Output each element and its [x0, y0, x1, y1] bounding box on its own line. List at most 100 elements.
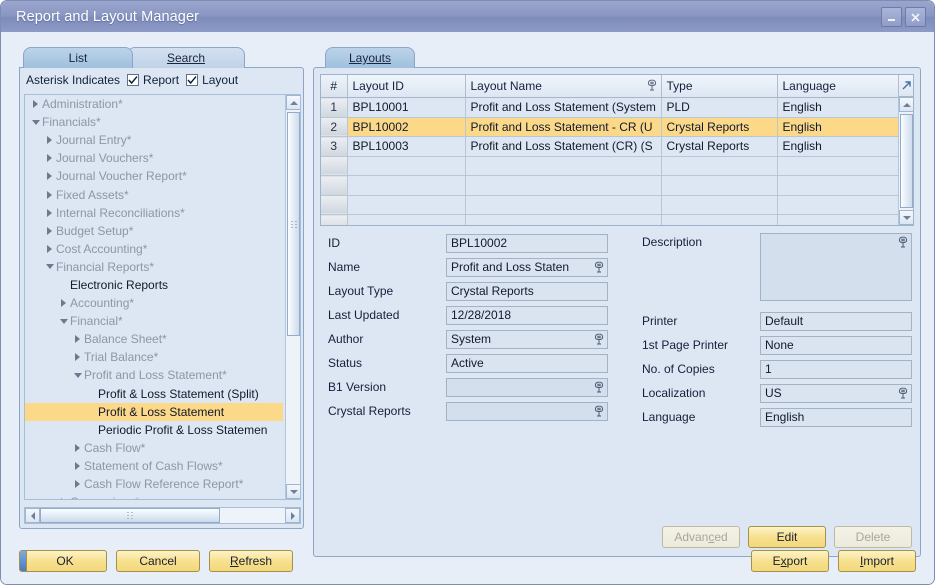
tree-node[interactable]: Balance Sheet*: [25, 330, 283, 348]
scroll-left-icon[interactable]: [25, 508, 40, 523]
tree-node[interactable]: Cost Accounting*: [25, 240, 283, 258]
cell-layout-name[interactable]: Profit and Loss Statement (CR) (S: [465, 136, 662, 157]
field-value[interactable]: Default: [760, 311, 912, 331]
cell-language[interactable]: [777, 195, 900, 215]
column-header-type[interactable]: Type: [661, 75, 778, 98]
cell-type[interactable]: [661, 195, 778, 215]
field-value[interactable]: [446, 377, 608, 397]
row-number-cell[interactable]: [321, 156, 348, 176]
minimize-icon[interactable]: [881, 7, 902, 27]
scroll-down-icon[interactable]: [286, 484, 300, 499]
expand-arrow-icon[interactable]: [43, 190, 56, 199]
tree-node[interactable]: Profit and Loss Statement*: [25, 366, 283, 384]
field-value[interactable]: Crystal Reports: [446, 281, 608, 301]
tree-node[interactable]: Internal Reconciliations*: [25, 204, 283, 222]
field-value[interactable]: Active: [446, 353, 608, 373]
collapse-arrow-icon[interactable]: [71, 372, 84, 378]
tree-node[interactable]: Cash Flow Reference Report*: [25, 475, 283, 493]
link-arrow-icon[interactable]: [594, 405, 604, 420]
column-header-layout-name[interactable]: Layout Name: [465, 75, 662, 98]
tree-node[interactable]: Statement of Cash Flows*: [25, 457, 283, 475]
refresh-button[interactable]: Refresh: [209, 550, 293, 572]
expand-arrow-icon[interactable]: [71, 353, 84, 362]
collapse-arrow-icon[interactable]: [29, 119, 42, 125]
tree-node[interactable]: Financials*: [25, 113, 283, 131]
cell-layout-id[interactable]: BPL10001: [347, 97, 466, 118]
cell-layout-name[interactable]: Profit and Loss Statement - CR (U: [465, 117, 662, 137]
export-button[interactable]: Export: [751, 550, 829, 572]
grid-scrollbar-thumb[interactable]: [900, 114, 913, 208]
field-value[interactable]: [446, 401, 608, 421]
tree-node[interactable]: Journal Vouchers*: [25, 149, 283, 167]
row-number-cell[interactable]: 3: [321, 136, 348, 157]
cell-type[interactable]: [661, 175, 778, 196]
collapse-arrow-icon[interactable]: [43, 264, 56, 270]
expand-arrow-icon[interactable]: [57, 299, 70, 308]
expand-arrow-icon[interactable]: [71, 461, 84, 470]
field-value[interactable]: Profit and Loss Staten: [446, 257, 608, 277]
cell-language[interactable]: English: [777, 117, 900, 137]
expand-arrow-icon[interactable]: [71, 335, 84, 344]
layouts-grid[interactable]: # Layout ID Layout Name Type Language 1 …: [321, 75, 900, 225]
expand-arrow-icon[interactable]: [43, 226, 56, 235]
column-header-layout-id[interactable]: Layout ID: [347, 75, 466, 98]
scroll-up-icon[interactable]: [899, 97, 913, 112]
scroll-right-icon[interactable]: [285, 508, 300, 523]
ok-button[interactable]: OK: [19, 550, 107, 572]
cell-layout-id[interactable]: BPL10003: [347, 136, 466, 157]
description-textarea[interactable]: [760, 233, 912, 301]
column-header-number[interactable]: #: [321, 75, 348, 98]
column-header-language[interactable]: Language: [777, 75, 900, 98]
cell-language[interactable]: English: [777, 136, 900, 157]
field-value[interactable]: US: [760, 383, 912, 403]
row-number-cell[interactable]: [321, 195, 348, 215]
tree-scrollbar-thumb[interactable]: [287, 112, 300, 336]
expand-arrow-icon[interactable]: [43, 244, 56, 253]
field-value[interactable]: System: [446, 329, 608, 349]
checkbox-layout[interactable]: Layout: [186, 73, 238, 87]
field-value[interactable]: 1: [760, 359, 912, 379]
expand-arrow-icon[interactable]: [43, 172, 56, 181]
cell-language[interactable]: [777, 175, 900, 196]
cell-type[interactable]: [661, 156, 778, 176]
table-row[interactable]: [321, 195, 900, 215]
close-icon[interactable]: [905, 7, 926, 27]
tab-search[interactable]: Search: [127, 47, 245, 68]
expand-arrow-icon[interactable]: [29, 100, 42, 109]
tree-node[interactable]: Financial*: [25, 312, 283, 330]
field-value[interactable]: BPL10002: [446, 233, 608, 253]
cell-language[interactable]: [777, 156, 900, 176]
tree-node[interactable]: Cash Flow*: [25, 439, 283, 457]
delete-button[interactable]: Delete: [834, 526, 912, 548]
tree-node[interactable]: Periodic Profit & Loss Statemen: [25, 421, 283, 439]
cell-layout-id[interactable]: [347, 195, 466, 215]
cell-type[interactable]: Crystal Reports: [661, 136, 778, 157]
tree-node[interactable]: Administration*: [25, 95, 283, 113]
cell-layout-name[interactable]: Profit and Loss Statement (System: [465, 97, 662, 118]
grid-vertical-scrollbar[interactable]: [898, 97, 913, 225]
tab-layouts[interactable]: Layouts: [325, 47, 415, 68]
field-value[interactable]: English: [760, 407, 912, 427]
cell-type[interactable]: [661, 214, 778, 225]
row-number-cell[interactable]: [321, 214, 348, 225]
cell-layout-name[interactable]: [465, 195, 662, 215]
expand-arrow-icon[interactable]: [43, 154, 56, 163]
hscroll-track[interactable]: [40, 508, 285, 523]
table-row[interactable]: 3 BPL10003 Profit and Loss Statement (CR) …: [321, 136, 900, 157]
table-row[interactable]: [321, 214, 900, 225]
tree-node[interactable]: Budget Setup*: [25, 222, 283, 240]
cell-layout-name[interactable]: [465, 214, 662, 225]
row-number-cell[interactable]: 2: [321, 117, 348, 137]
cell-language[interactable]: [777, 214, 900, 225]
link-arrow-icon[interactable]: [594, 333, 604, 348]
cell-layout-id[interactable]: BPL10002: [347, 117, 466, 137]
link-arrow-icon[interactable]: [898, 387, 908, 402]
tree-node[interactable]: Trial Balance*: [25, 348, 283, 366]
expand-arrow-icon[interactable]: [43, 136, 56, 145]
row-number-cell[interactable]: 1: [321, 97, 348, 118]
table-row[interactable]: 1 BPL10001 Profit and Loss Statement (Syst…: [321, 97, 900, 118]
scroll-down-icon[interactable]: [899, 210, 913, 225]
cell-layout-id[interactable]: [347, 214, 466, 225]
cell-type[interactable]: PLD: [661, 97, 778, 118]
tree-node[interactable]: Journal Entry*: [25, 131, 283, 149]
